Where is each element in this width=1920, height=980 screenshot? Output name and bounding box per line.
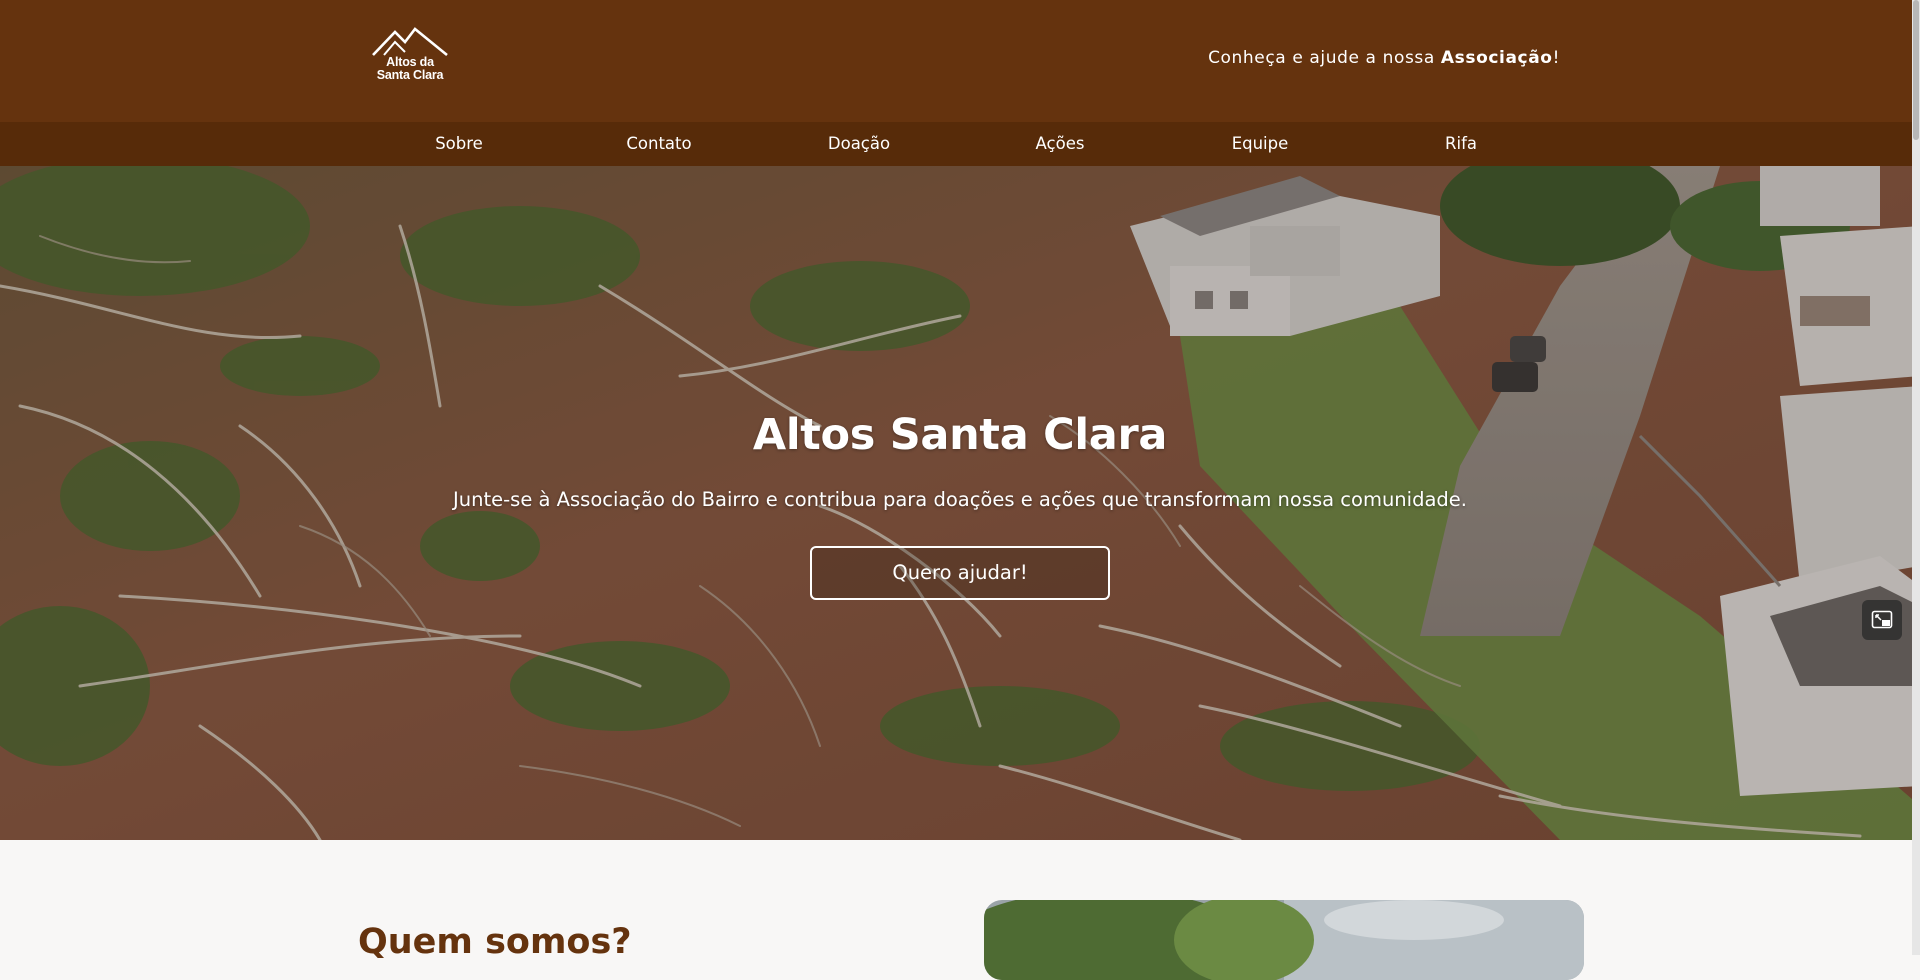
main-nav: Sobre Contato Doação Ações Equipe Rifa [0,122,1920,166]
scrollbar-thumb[interactable] [1913,0,1919,140]
tagline-prefix: Conheça e ajude a nossa [1208,48,1441,68]
hero-title: Altos Santa Clara [752,410,1168,460]
expand-image-button[interactable] [1862,600,1902,640]
site-header: Altos da Santa Clara Conheça e ajude a n… [0,0,1920,122]
page-scrollbar[interactable] [1912,0,1920,955]
about-section-title: Quem somos? [358,922,632,962]
nav-item-sobre[interactable]: Sobre [359,122,559,166]
tagline-bold: Associação [1440,48,1553,68]
header-tagline: Conheça e ajude a nossa Associação! [1208,48,1560,68]
nav-item-equipe[interactable]: Equipe [1160,122,1360,166]
nav-item-rifa[interactable]: Rifa [1361,122,1561,166]
mountain-icon [372,27,448,56]
tagline-suffix: ! [1552,48,1560,68]
logo-text-line2: Santa Clara [376,68,444,82]
nav-item-doacao[interactable]: Doação [759,122,959,166]
nav-item-acoes[interactable]: Ações [960,122,1160,166]
hero-subtitle: Junte-se à Associação do Bairro e contri… [453,488,1467,511]
about-photo [984,900,1584,980]
nav-item-contato[interactable]: Contato [559,122,759,166]
expand-image-icon [1871,610,1893,629]
hero-section: Altos Santa Clara Junte-se à Associação … [0,166,1920,840]
help-cta-button[interactable]: Quero ajudar! [810,546,1110,600]
site-logo[interactable]: Altos da Santa Clara [370,26,450,88]
